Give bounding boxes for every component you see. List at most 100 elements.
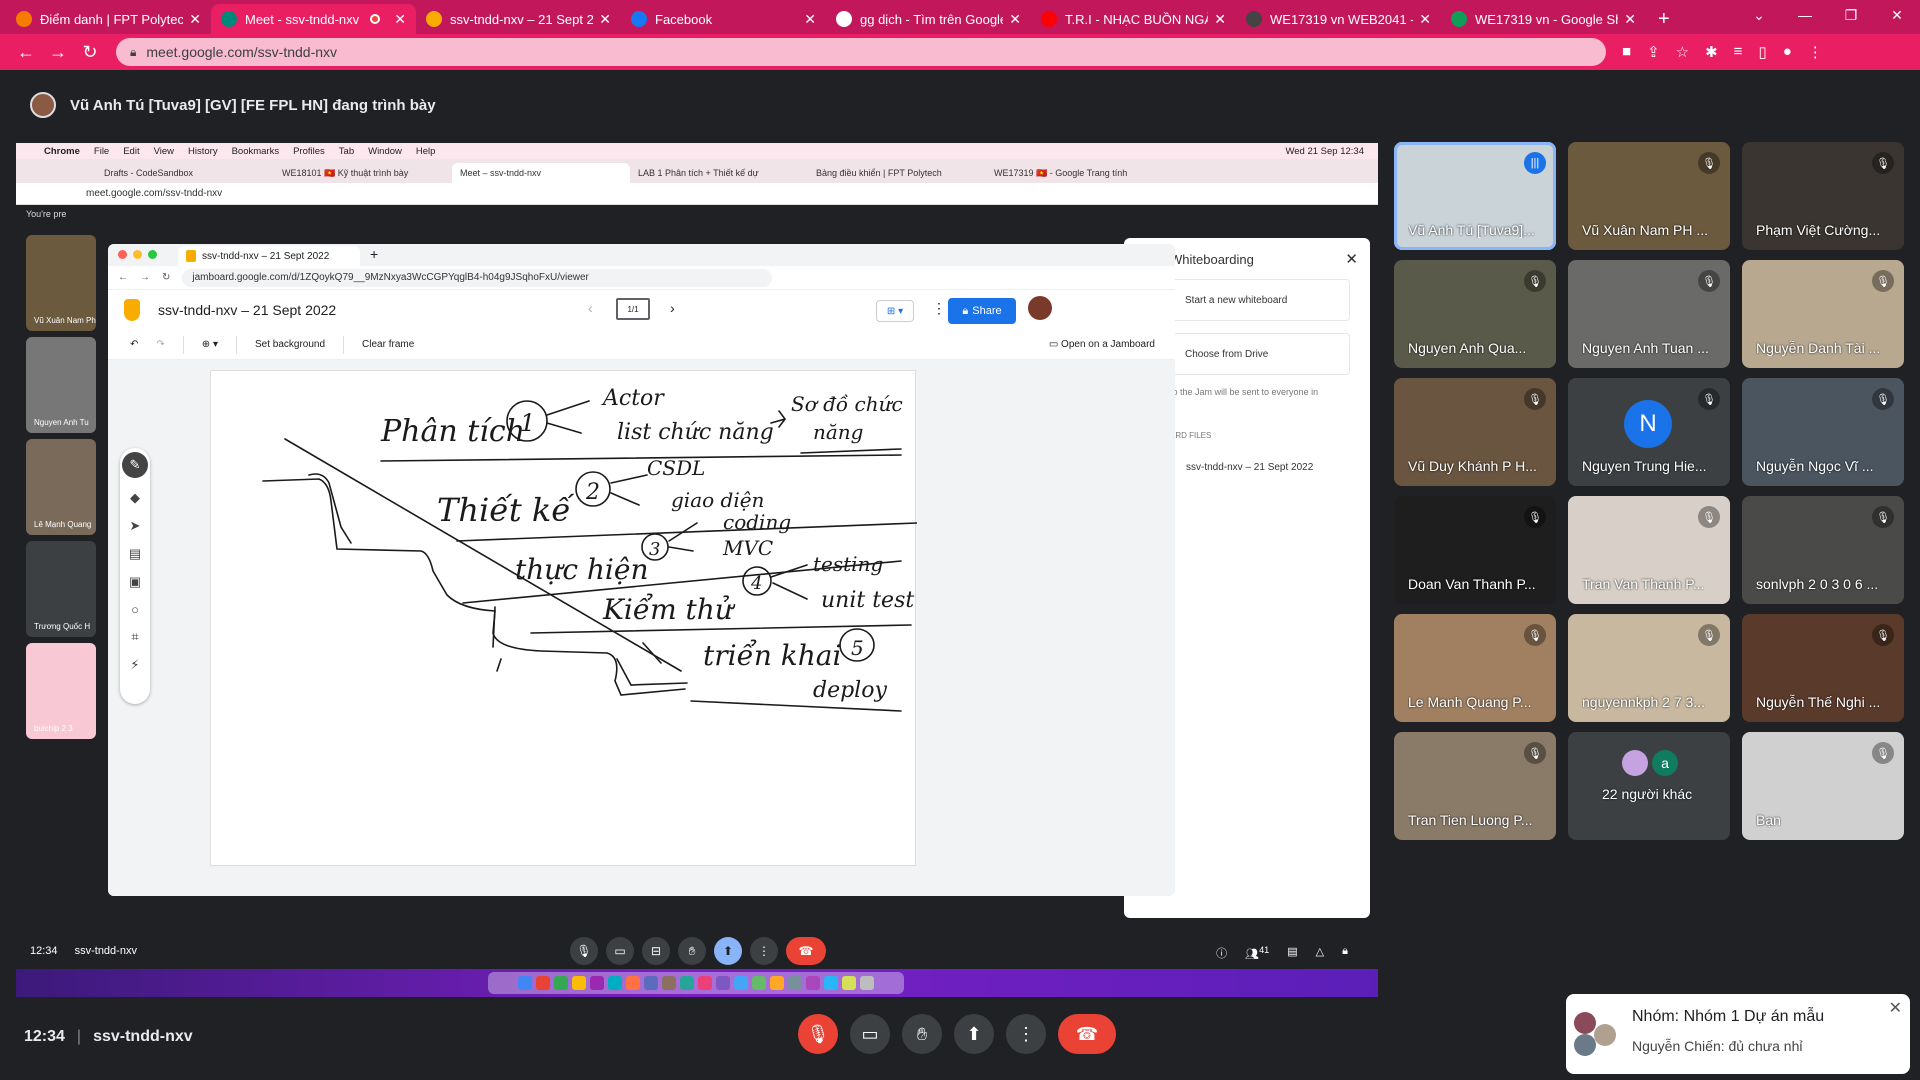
participant-tile[interactable]: Tran Tien Luong P... 🎙︎ (1394, 732, 1556, 840)
chat-notification[interactable]: Nhóm: Nhóm 1 Dự án mẫu Nguyễn Chiến: đủ … (1566, 994, 1910, 1074)
dock-app-icon[interactable] (662, 976, 676, 990)
share-icon[interactable]: ⇪ (1647, 43, 1660, 61)
mac-menu-item[interactable]: Chrome (44, 146, 80, 157)
bookmark-star-icon[interactable]: ☆ (1676, 43, 1689, 61)
mac-menu-item[interactable]: File (94, 146, 109, 157)
mac-menu-item[interactable]: View (154, 146, 174, 157)
dock-app-icon[interactable] (752, 976, 766, 990)
mac-menu-item[interactable]: Profiles (293, 146, 325, 157)
browser-tab[interactable]: T.R.I - NHẠC BUỒN NGÀY ✕ (1031, 4, 1236, 34)
browser-tab[interactable]: Meet - ssv-tndd-nxv ✕ (211, 4, 416, 34)
close-dot-icon[interactable] (118, 250, 127, 259)
participant-tile[interactable]: Phạm Việt Cường... 🎙︎ (1742, 142, 1904, 250)
jamboard-tab[interactable]: ssv-tndd-nxv – 21 Sept 2022 (178, 246, 360, 266)
dock-app-icon[interactable] (644, 976, 658, 990)
back-icon[interactable]: ← (10, 42, 42, 63)
participant-tile[interactable]: nguyennkph 2 7 3... 🎙︎ (1568, 614, 1730, 722)
inner-tab[interactable]: WE17319 🇻🇳 - Google Trang tính (986, 163, 1164, 183)
dock-app-icon[interactable] (536, 976, 550, 990)
close-icon[interactable]: ✕ (1345, 250, 1358, 268)
jamboard-address-bar[interactable]: jamboard.google.com/d/1ZQoykQ79__9MzNxya… (182, 268, 773, 287)
prev-frame-icon[interactable]: ‹ (588, 300, 593, 316)
inner-tab[interactable]: Drafts - CodeSandbox (96, 163, 274, 183)
frame-indicator[interactable]: 1/1 (616, 298, 650, 320)
close-tab-icon[interactable]: ✕ (1419, 11, 1431, 28)
dock-app-icon[interactable] (806, 976, 820, 990)
browser-tab[interactable]: WE17319 vn WEB2041 - D ✕ (1236, 4, 1441, 34)
pen-icon[interactable]: ✎ (122, 452, 148, 478)
inner-camera-icon[interactable]: ▭ (606, 937, 634, 965)
clear-frame-button[interactable]: Clear frame (362, 339, 414, 350)
inner-more-icon[interactable]: ⋮ (750, 937, 778, 965)
mac-menu-item[interactable]: Help (416, 146, 436, 157)
inner-captions-icon[interactable]: ⊟ (642, 937, 670, 965)
dock-app-icon[interactable] (842, 976, 856, 990)
add-frame-dropdown[interactable]: ⊞ ▾ (876, 300, 914, 322)
jam-forward-icon[interactable]: → (140, 272, 150, 283)
dock-app-icon[interactable] (680, 976, 694, 990)
share-button[interactable]: 🔒︎ Share (948, 298, 1016, 324)
participant-tile[interactable]: Nguyen Anh Qua... 🎙︎ (1394, 260, 1556, 368)
dock-app-icon[interactable] (860, 976, 874, 990)
meeting-code[interactable]: ssv-tndd-nxv (93, 1028, 193, 1045)
participant-tile[interactable]: Bạn 🎙︎ (1742, 732, 1904, 840)
circle-icon[interactable]: ○ (131, 602, 139, 617)
tab-search-icon[interactable]: ⌄ (1736, 0, 1782, 30)
inner-tab[interactable]: Bảng điều khiển | FPT Polytech (808, 163, 986, 183)
image-icon[interactable]: ▣ (129, 574, 141, 590)
present-screen-icon[interactable]: ⬆ (954, 1014, 994, 1054)
eraser-icon[interactable]: ◆ (130, 490, 140, 506)
undo-icon[interactable]: ↶ (130, 339, 138, 350)
extensions-icon[interactable]: ✱ (1705, 43, 1718, 61)
dock-app-icon[interactable] (716, 976, 730, 990)
mac-menu-item[interactable]: Bookmarks (232, 146, 280, 157)
chat-icon[interactable]: ▤ (1287, 945, 1297, 961)
sticky-note-icon[interactable]: ▤ (129, 546, 141, 562)
open-on-jamboard-button[interactable]: ▭ Open on a Jamboard (1049, 339, 1155, 350)
browser-tab[interactable]: ssv-tndd-nxv – 21 Sept 20 ✕ (416, 4, 621, 34)
participant-tile[interactable]: sonlvph 2 0 3 0 6 ... 🎙︎ (1742, 496, 1904, 604)
textbox-icon[interactable]: ⌗ (131, 629, 138, 645)
end-call-icon[interactable]: ☎︎ (1058, 1014, 1116, 1054)
info-icon[interactable]: ⓘ (1216, 945, 1227, 961)
account-avatar[interactable] (1028, 296, 1052, 320)
jam-back-icon[interactable]: ← (118, 272, 128, 283)
participant-tile[interactable]: N Nguyen Trung Hie... 🎙︎ (1568, 378, 1730, 486)
mic-off-icon[interactable]: 🎙︎ (798, 1014, 838, 1054)
close-tab-icon[interactable]: ✕ (189, 11, 201, 28)
restore-icon[interactable]: ❐ (1828, 0, 1874, 30)
host-controls-icon[interactable]: 🔒︎ (1342, 945, 1348, 961)
raise-hand-icon[interactable]: ✋︎ (902, 1014, 942, 1054)
close-tab-icon[interactable]: ✕ (394, 11, 406, 28)
participant-tile[interactable]: Nguyễn Thế Nghi ... 🎙︎ (1742, 614, 1904, 722)
close-tab-icon[interactable]: ✕ (1624, 11, 1636, 28)
zoom-icon[interactable]: ⊕ ▾ (202, 339, 218, 350)
participant-tile[interactable]: Le Manh Quang P... 🎙︎ (1394, 614, 1556, 722)
mac-menu-item[interactable]: History (188, 146, 218, 157)
dock-app-icon[interactable] (734, 976, 748, 990)
camera-icon[interactable]: ▭ (850, 1014, 890, 1054)
whiteboard-file[interactable]: ssv-tndd-nxv – 21 Sept 2022 (1186, 462, 1370, 473)
dock-app-icon[interactable] (770, 976, 784, 990)
start-whiteboard-option[interactable]: Start a new whiteboard (1162, 279, 1350, 321)
participant-tile[interactable]: Nguyễn Danh Tài ... 🎙︎ (1742, 260, 1904, 368)
jamboard-new-tab-icon[interactable]: + (370, 246, 378, 266)
browser-tab[interactable]: gg dịch - Tìm trên Google ✕ (826, 4, 1031, 34)
set-background-button[interactable]: Set background (255, 339, 325, 350)
inner-tab[interactable]: Meet – ssv-tndd-nxv (452, 163, 630, 183)
dock-app-icon[interactable] (608, 976, 622, 990)
close-tab-icon[interactable]: ✕ (804, 11, 816, 28)
inner-hand-icon[interactable]: ✋︎ (678, 937, 706, 965)
mac-menu-item[interactable]: Tab (339, 146, 354, 157)
dock-app-icon[interactable] (824, 976, 838, 990)
close-window-icon[interactable]: ✕ (1874, 0, 1920, 30)
close-tab-icon[interactable]: ✕ (599, 11, 611, 28)
participant-tile[interactable]: Doan Van Thanh P... 🎙︎ (1394, 496, 1556, 604)
minimize-icon[interactable]: — (1782, 0, 1828, 30)
browser-tab[interactable]: WE17319 vn - Google She ✕ (1441, 4, 1646, 34)
media-icon[interactable]: ≡ (1734, 43, 1743, 61)
inner-end-call-icon[interactable]: ☎︎ (786, 937, 826, 965)
inner-tab[interactable]: WE18101 🇻🇳 Kỹ thuật trình bày (274, 163, 452, 183)
dock-app-icon[interactable] (554, 976, 568, 990)
whiteboard-frame[interactable]: Phân tích 1 Actor list chức năng Sơ đồ c… (210, 370, 917, 866)
